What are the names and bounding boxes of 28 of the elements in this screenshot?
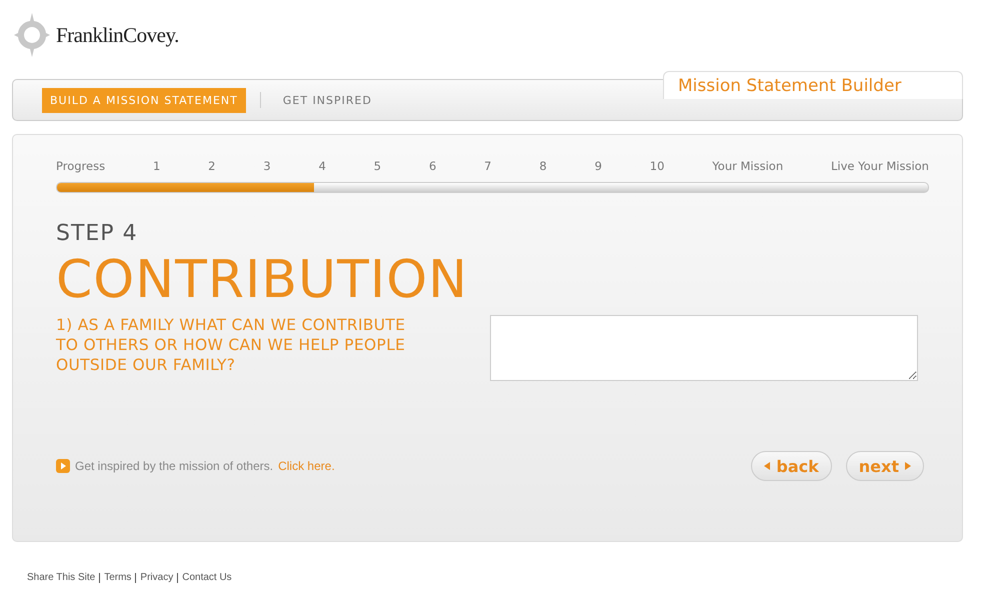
progress-step: Your Mission — [712, 159, 784, 173]
compass-logo-icon — [14, 13, 50, 57]
step-title: CONTRIBUTION — [56, 252, 470, 310]
progress-step: Live Your Mission — [831, 159, 929, 173]
progress-label: Progress — [56, 159, 106, 173]
footer-link[interactable]: Contact Us — [182, 572, 232, 583]
question-text: 1) AS A FAMILY WHAT CAN WE CONTRIBUTE TO OTHERS OR HOW CAN WE HELP PEOPLE OUTSIDE OUR FAMILY? — [56, 315, 406, 376]
progress-step: 1 — [152, 159, 160, 173]
progress-step: 5 — [374, 159, 382, 173]
footer-link[interactable]: Share This Site — [27, 572, 96, 583]
progress-step: 8 — [539, 159, 547, 173]
progress-step: 9 — [594, 159, 602, 173]
progress-step: 4 — [318, 159, 326, 173]
inspire-text: Get inspired by the mission of others. — [75, 459, 274, 474]
left-arrow-icon — [764, 462, 770, 470]
play-icon — [56, 459, 70, 474]
footer-link[interactable]: Privacy — [140, 572, 174, 583]
progress-step: 7 — [484, 159, 492, 173]
nav-tab[interactable]: GET INSPIRED — [274, 88, 380, 112]
step-number: STEP 4 — [56, 221, 139, 246]
footer-link[interactable]: Terms — [104, 572, 132, 583]
progress-step: 10 — [650, 159, 664, 173]
progress-step: 6 — [428, 159, 436, 173]
progress-step: 3 — [263, 159, 271, 173]
logo-wordmark[interactable]: FranklinCovey. — [56, 22, 179, 48]
right-arrow-icon — [905, 462, 911, 470]
progress-step: 2 — [208, 159, 216, 173]
answer-field[interactable] — [490, 315, 918, 382]
